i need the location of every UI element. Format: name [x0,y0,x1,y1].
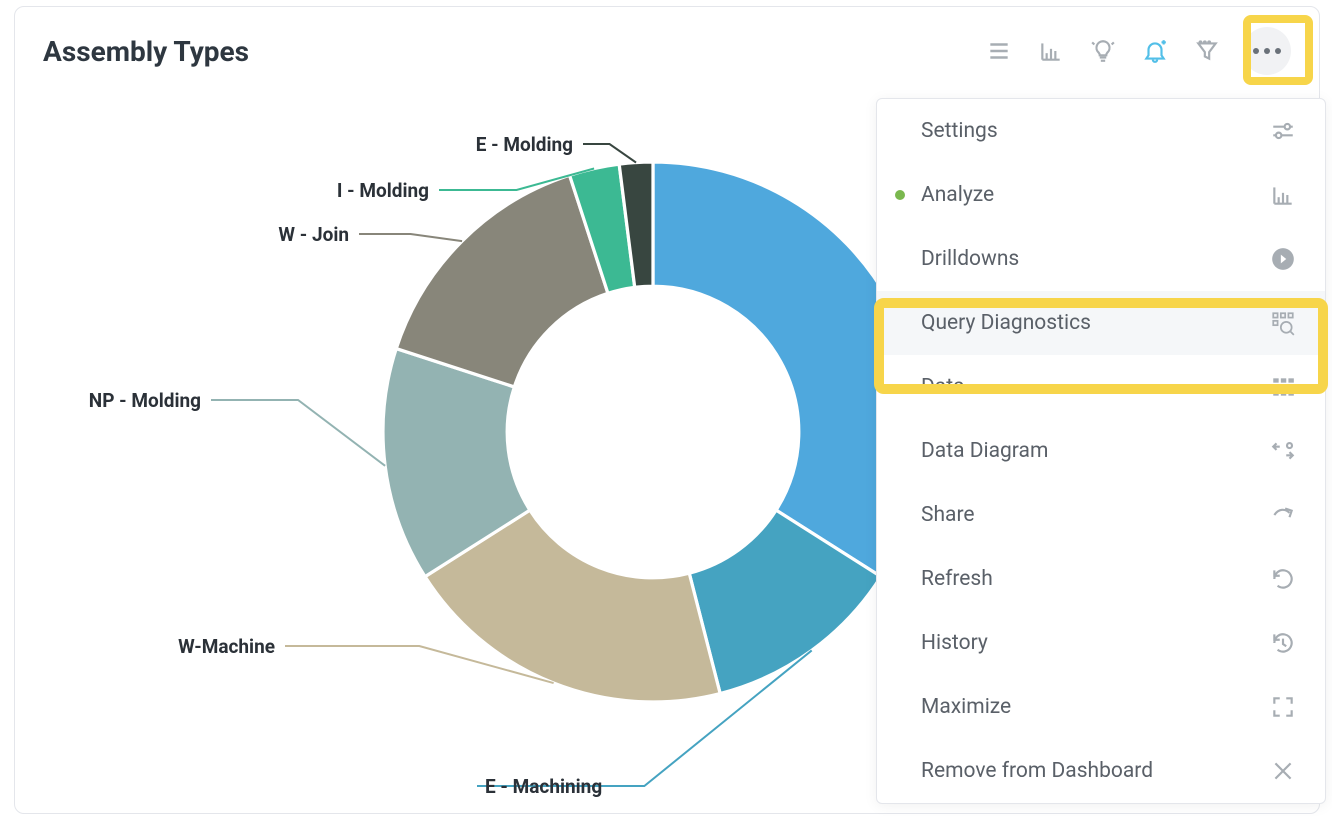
menu-item-data-diagram[interactable]: Data Diagram [877,419,1325,483]
diagram-arrows-icon [1269,437,1297,465]
donut-slice[interactable] [396,175,608,387]
bell-plus-icon[interactable] [1139,35,1171,67]
menu-item-drilldowns[interactable]: Drilldowns [877,227,1325,291]
panel-title: Assembly Types [43,35,249,68]
menu-item-settings[interactable]: Settings [877,99,1325,163]
menu-item-label: Data Diagram [921,439,1048,463]
donut-svg [383,162,923,702]
menu-item-label: Share [921,503,975,527]
menu-icon[interactable] [983,35,1015,67]
close-icon [1269,757,1297,785]
chart-label: W-Machine [178,635,275,658]
menu-item-remove[interactable]: Remove from Dashboard [877,739,1325,803]
chart-label: E - Molding [476,133,573,156]
menu-item-label: Refresh [921,567,993,591]
toolbar [983,27,1291,75]
menu-item-label: History [921,631,988,655]
barchart-icon[interactable] [1035,35,1067,67]
menu-item-label: Remove from Dashboard [921,759,1153,783]
menu-item-refresh[interactable]: Refresh [877,547,1325,611]
barchart-icon [1269,181,1297,209]
filter-icon[interactable] [1191,35,1223,67]
share-icon [1269,501,1297,529]
menu-item-label: Query Diagnostics [921,311,1091,335]
sliders-icon [1269,117,1297,145]
menu-item-history[interactable]: History [877,611,1325,675]
menu-item-label: Maximize [921,695,1011,719]
chart-label: NP - Molding [89,389,201,412]
panel-header: Assembly Types [43,27,1291,75]
menu-item-share[interactable]: Share [877,483,1325,547]
history-icon [1269,629,1297,657]
donut-chart [383,162,923,702]
menu-item-label: Settings [921,119,998,143]
more-icon [1253,48,1281,54]
lightbulb-icon[interactable] [1087,35,1119,67]
active-dot [895,190,905,200]
menu-item-data[interactable]: Data [877,355,1325,419]
maximize-icon [1269,693,1297,721]
menu-item-label: Drilldowns [921,247,1019,271]
chart-label: W - Join [278,223,349,246]
menu-item-query-diagnostics[interactable]: Query Diagnostics [877,291,1325,355]
menu-item-label: Data [921,375,965,399]
chart-label: E - Machining [485,775,602,798]
refresh-icon [1269,565,1297,593]
more-button[interactable] [1243,27,1291,75]
grid-dots-icon [1269,373,1297,401]
menu-item-analyze[interactable]: Analyze [877,163,1325,227]
arrow-circle-right-icon [1269,245,1297,273]
menu-item-label: Analyze [921,183,994,207]
menu-item-maximize[interactable]: Maximize [877,675,1325,739]
chart-label: I - Molding [337,179,429,202]
context-menu: Settings Analyze Drilldowns Query Diagno… [876,98,1326,804]
query-diagnostics-icon [1269,309,1297,337]
